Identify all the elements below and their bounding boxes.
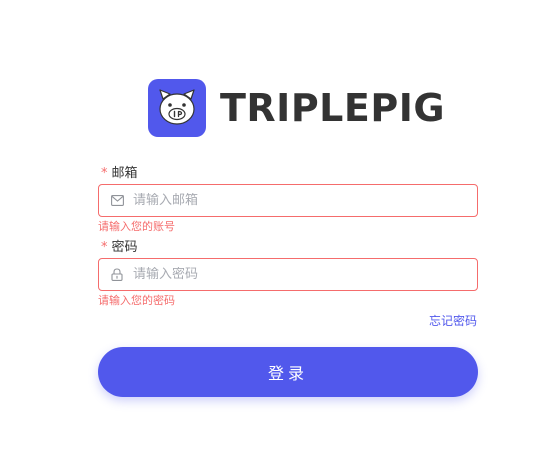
password-input-wrapper[interactable] [98,258,478,291]
login-page: TRIPLEPIG *邮箱 请输入您的账号 *密码 请输入您的密码 忘记密码 登… [0,0,559,455]
password-input[interactable] [133,267,463,282]
password-error-text: 请输入您的密码 [98,294,175,307]
password-label: * 密码 [101,240,138,256]
password-label-text: 密码 [111,240,138,255]
pig-logo-icon [148,79,206,137]
mail-icon [110,194,124,208]
email-input[interactable] [133,193,463,208]
required-mark: * [101,166,108,181]
lock-icon [110,268,124,282]
email-error-text: 请输入您的账号 [98,220,175,233]
forgot-password-link[interactable]: 忘记密码 [429,313,477,329]
email-label: * 邮箱 [101,166,138,182]
email-label-text: 邮箱 [111,166,138,181]
brand-name: TRIPLEPIG [220,86,446,130]
email-input-wrapper[interactable] [98,184,478,217]
login-button[interactable]: 登录 [98,347,478,397]
required-mark: * [101,240,108,255]
brand-header: TRIPLEPIG [148,79,445,137]
